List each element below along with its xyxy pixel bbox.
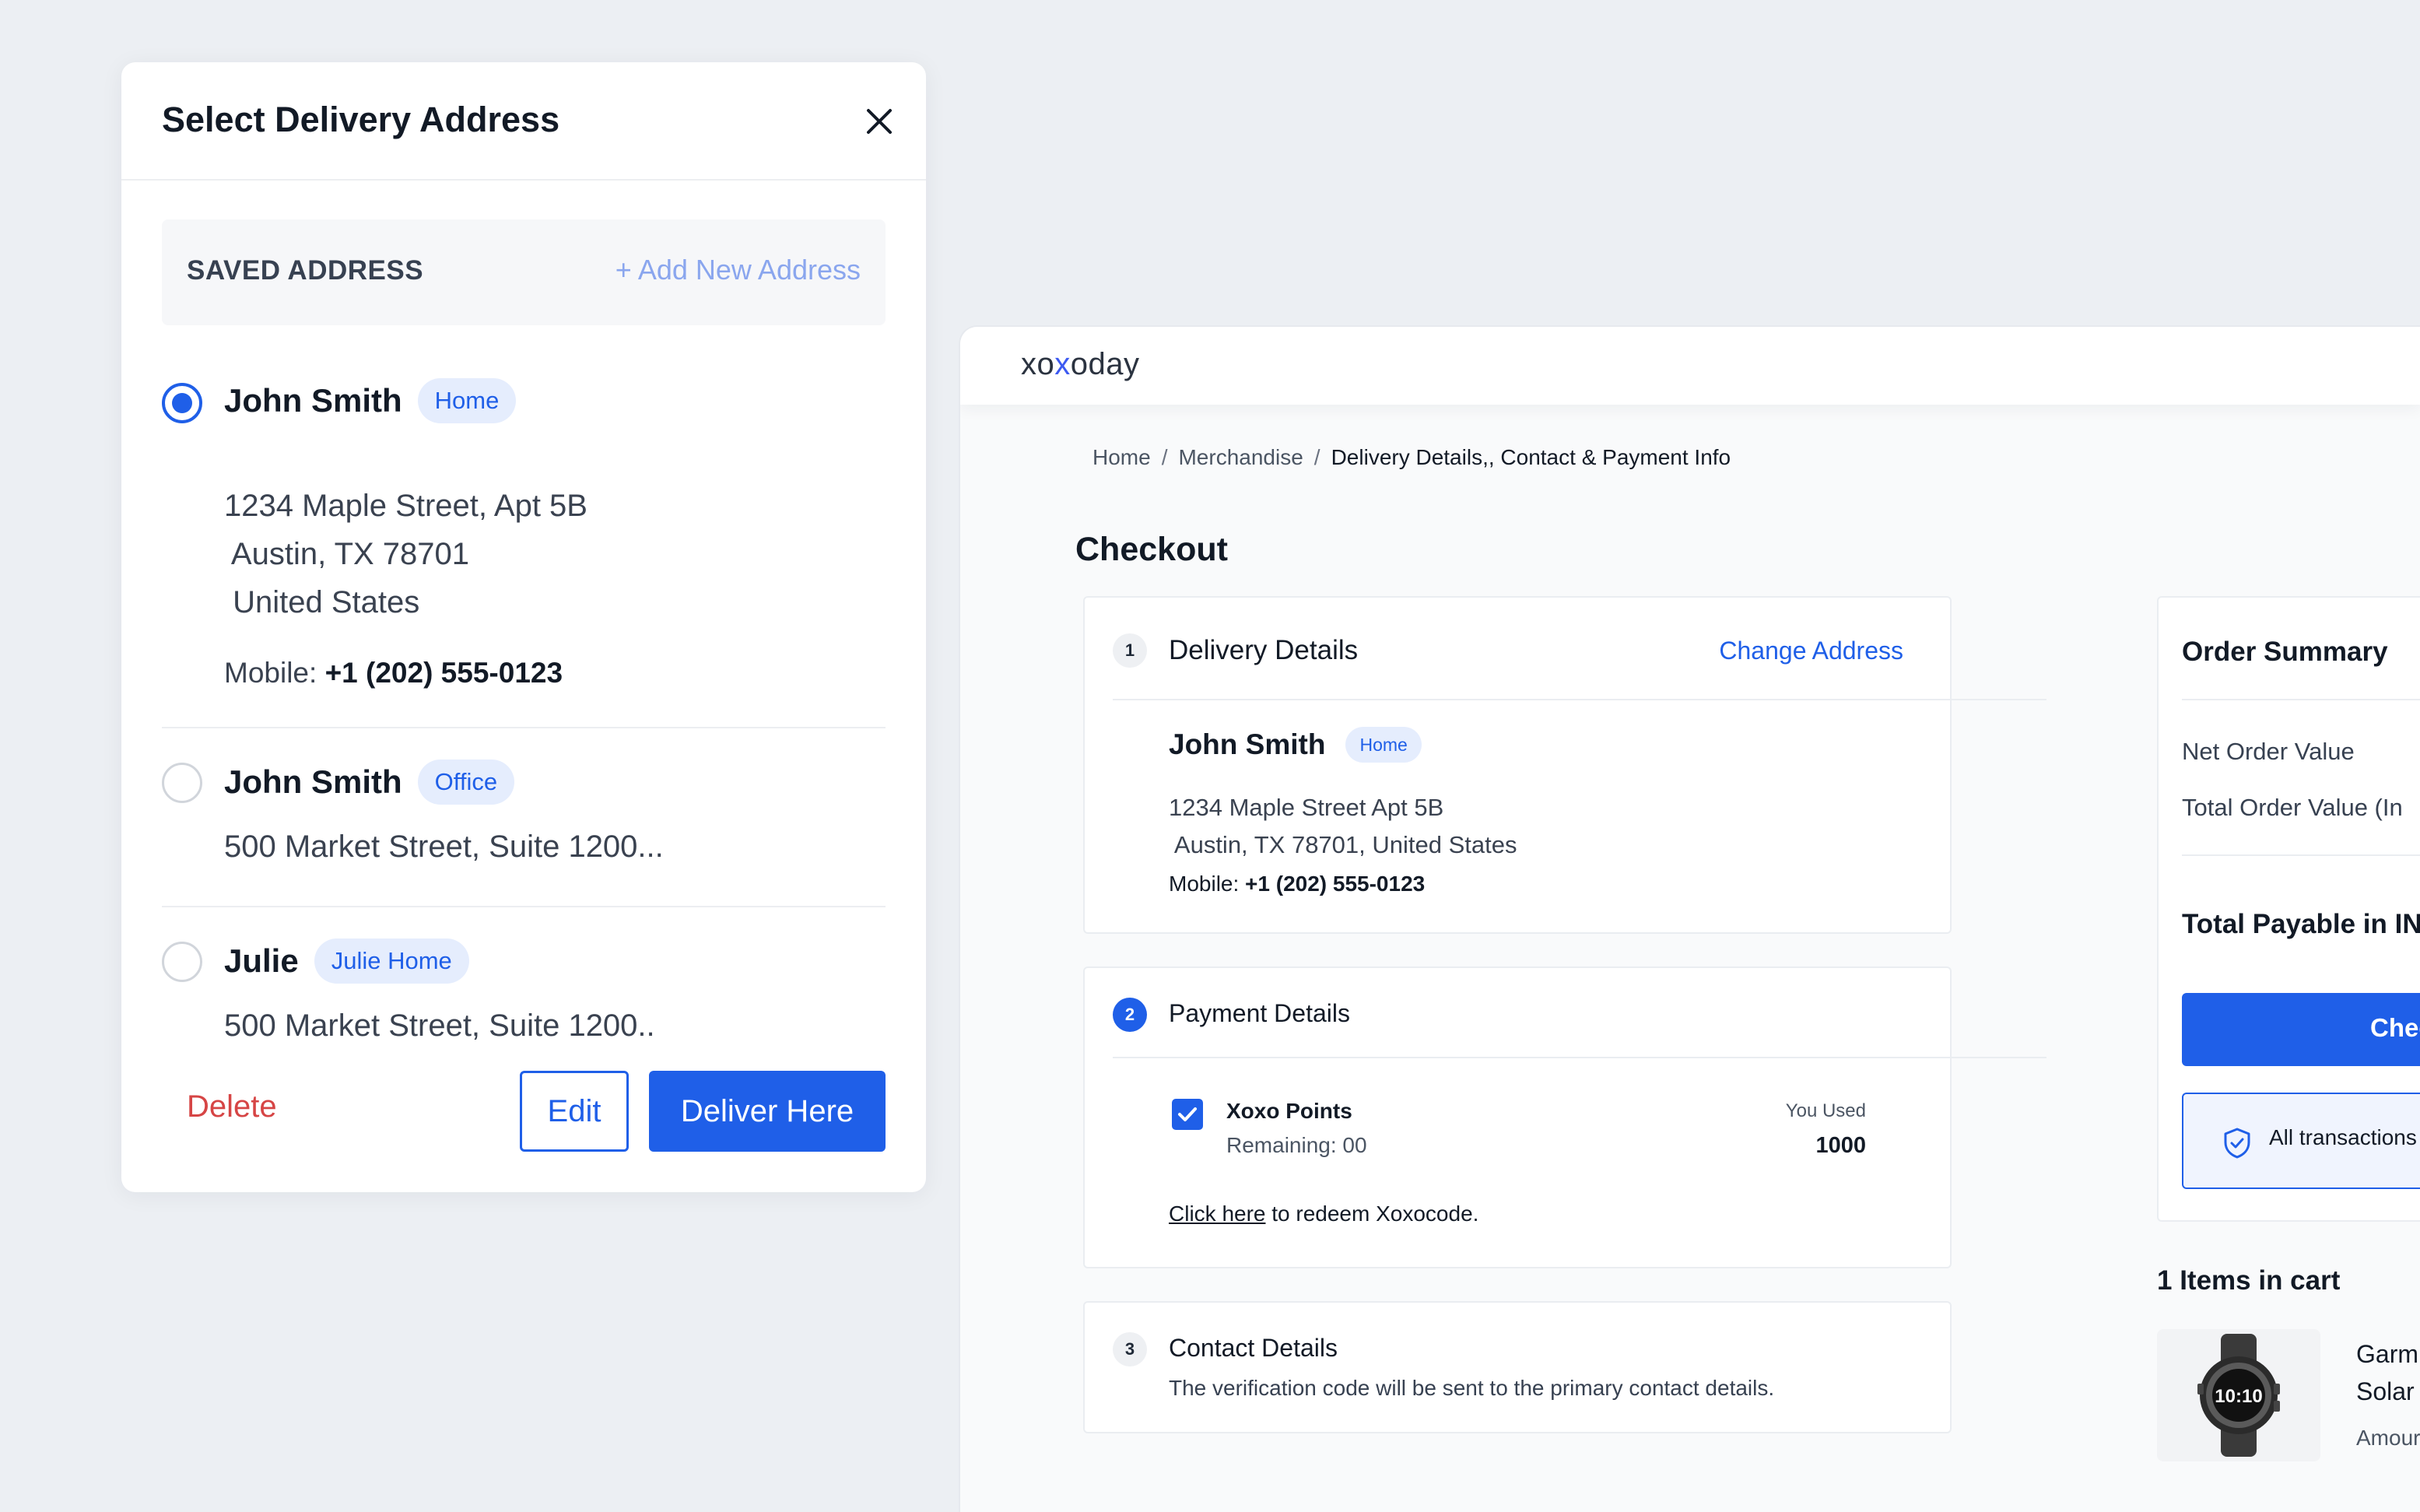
breadcrumb: Home / Merchandise / Delivery Details,, Cont… <box>1093 445 1731 470</box>
address-tag-badge: Home <box>1345 727 1422 763</box>
order-summary-title: Order Summary <box>2182 637 2388 667</box>
watch-face-time: 10:10 <box>2215 1386 2262 1407</box>
address-contact-name: John Smith <box>224 763 402 800</box>
contact-details-title: Contact Details <box>1169 1334 1338 1362</box>
mobile-label: Mobile: <box>1169 872 1240 896</box>
secure-text: All transactions <box>2269 1125 2417 1149</box>
address-option[interactable]: John Smith Home 1234 Maple Street, Apt 5… <box>162 358 886 728</box>
address-option[interactable]: John Smith Office 500 Market Street, Sui… <box>162 728 886 907</box>
address-header: John Smith Home <box>224 378 517 423</box>
saved-address-header: SAVED ADDRESS + Add New Address <box>162 219 886 325</box>
delete-button[interactable]: Delete <box>187 1089 277 1124</box>
mobile-label: Mobile: <box>224 657 317 689</box>
total-order-value-label: Total Order Value (In <box>2182 794 2403 821</box>
page-title: Checkout <box>1075 531 1228 568</box>
delivery-address-line: Austin, TX 78701, United States <box>1169 831 1517 858</box>
points-remaining: Remaining: 00 <box>1226 1133 1367 1157</box>
redeem-text: to redeem Xoxocode. <box>1265 1202 1479 1226</box>
logo-part: oday <box>1070 347 1140 381</box>
address-line: United States <box>224 585 420 619</box>
contact-details-card: 3 Contact Details The verification code … <box>1083 1301 1952 1433</box>
address-radio[interactable] <box>162 763 202 803</box>
watch-icon: 10:10 <box>2197 1334 2280 1457</box>
points-used-label: You Used <box>1785 1100 1866 1121</box>
close-icon <box>867 109 892 134</box>
deliver-here-button[interactable]: Deliver Here <box>649 1071 886 1152</box>
delivery-address-line: 1234 Maple Street Apt 5B <box>1169 794 1444 821</box>
contact-details-subtitle: The verification code will be sent to th… <box>1169 1376 1775 1400</box>
logo-accent: x <box>1054 347 1071 381</box>
address-header: John Smith Office <box>224 760 515 805</box>
address-contact-name: Julie <box>224 942 299 979</box>
card-divider <box>1113 1057 2046 1058</box>
breadcrumb-home[interactable]: Home <box>1093 445 1151 469</box>
summary-divider <box>2182 699 2420 700</box>
top-header: xoxoday <box>960 327 2420 405</box>
saved-address-label: SAVED ADDRESS <box>187 255 424 286</box>
mobile-number: +1 (202) 555-0123 <box>1245 872 1426 896</box>
payment-details-title: Payment Details <box>1169 999 1350 1027</box>
order-summary-panel: Order Summary Net Order Value Total Orde… <box>2157 596 2420 1222</box>
secure-transactions-banner: All transactions <box>2182 1093 2420 1189</box>
delivery-details-card: 1 Delivery Details Change Address John S… <box>1083 596 2046 934</box>
logo-part: xo <box>1021 347 1055 381</box>
address-tag-badge: Office <box>417 760 515 805</box>
add-new-address-button[interactable]: + Add New Address <box>616 254 861 286</box>
cart-item-name: Garm <box>2356 1340 2418 1368</box>
address-line: 500 Market Street, Suite 1200... <box>224 830 664 864</box>
card-divider <box>1113 699 2046 700</box>
address-radio[interactable] <box>162 383 202 423</box>
checkout-page: xoxoday Home / Merchandise / Delivery Detail… <box>960 327 2420 1512</box>
edit-button[interactable]: Edit <box>520 1071 629 1152</box>
cart-count-title: 1 Items in cart <box>2157 1265 2341 1296</box>
check-icon <box>1178 1107 1197 1121</box>
address-tag-badge: Julie Home <box>314 938 469 984</box>
change-address-link[interactable]: Change Address <box>1719 637 1903 665</box>
address-line: Austin, TX 78701 <box>224 537 470 571</box>
xoxo-points-checkbox[interactable] <box>1172 1099 1203 1130</box>
payment-details-card: 2 Payment Details Xoxo Points Remaining:… <box>1083 966 2046 1268</box>
net-order-value-label: Net Order Value <box>2182 738 2355 765</box>
modal-title: Select Delivery Address <box>162 100 560 139</box>
mobile-number: +1 (202) 555-0123 <box>324 657 563 689</box>
xoxoday-logo[interactable]: xoxoday <box>1021 347 1140 382</box>
points-used-value: 1000 <box>1815 1133 1866 1158</box>
breadcrumb-current: Delivery Details,, Contact & Payment Inf… <box>1331 445 1731 469</box>
modal-divider <box>121 179 926 181</box>
cart-item-name: Solar <box>2356 1377 2415 1405</box>
delivery-name: John Smith Home <box>1169 727 1422 763</box>
delivery-mobile: Mobile: +1 (202) 555-0123 <box>1169 872 1425 896</box>
breadcrumb-separator: / <box>1313 445 1320 469</box>
cart-item-image[interactable]: 10:10 <box>2157 1329 2320 1461</box>
cart-item-amount-label: Amour <box>2356 1426 2420 1450</box>
select-address-modal: Select Delivery Address SAVED ADDRESS + … <box>121 62 926 1192</box>
shield-icon <box>2224 1128 2250 1159</box>
step-number: 1 <box>1113 633 1147 668</box>
total-payable-label: Total Payable in IN <box>2182 909 2420 939</box>
checkout-button[interactable]: Chec <box>2182 993 2420 1066</box>
click-here-link[interactable]: Click here <box>1169 1202 1265 1226</box>
address-line: 1234 Maple Street, Apt 5B <box>224 489 587 523</box>
delivery-details-title: Delivery Details <box>1169 635 1359 665</box>
xoxo-points-label: Xoxo Points <box>1226 1099 1352 1123</box>
step-number: 2 <box>1113 998 1147 1032</box>
address-tag-badge: Home <box>417 378 517 423</box>
address-contact-name: John Smith <box>224 382 402 419</box>
address-option[interactable]: Julie Julie Home 500 Market Street, Suit… <box>162 907 886 1063</box>
step-number: 3 <box>1113 1332 1147 1366</box>
address-line: 500 Market Street, Suite 1200.. <box>224 1009 655 1043</box>
address-mobile: Mobile: +1 (202) 555-0123 <box>224 657 563 689</box>
redeem-xoxocode: Click here to redeem Xoxocode. <box>1169 1202 1478 1226</box>
breadcrumb-merchandise[interactable]: Merchandise <box>1178 445 1303 469</box>
summary-divider <box>2182 854 2420 856</box>
address-radio[interactable] <box>162 942 202 982</box>
delivery-contact-name: John Smith <box>1169 728 1326 760</box>
breadcrumb-separator: / <box>1161 445 1168 469</box>
checkout-button-label: Chec <box>2370 1013 2420 1042</box>
address-header: Julie Julie Home <box>224 938 469 984</box>
close-button[interactable] <box>854 96 904 146</box>
